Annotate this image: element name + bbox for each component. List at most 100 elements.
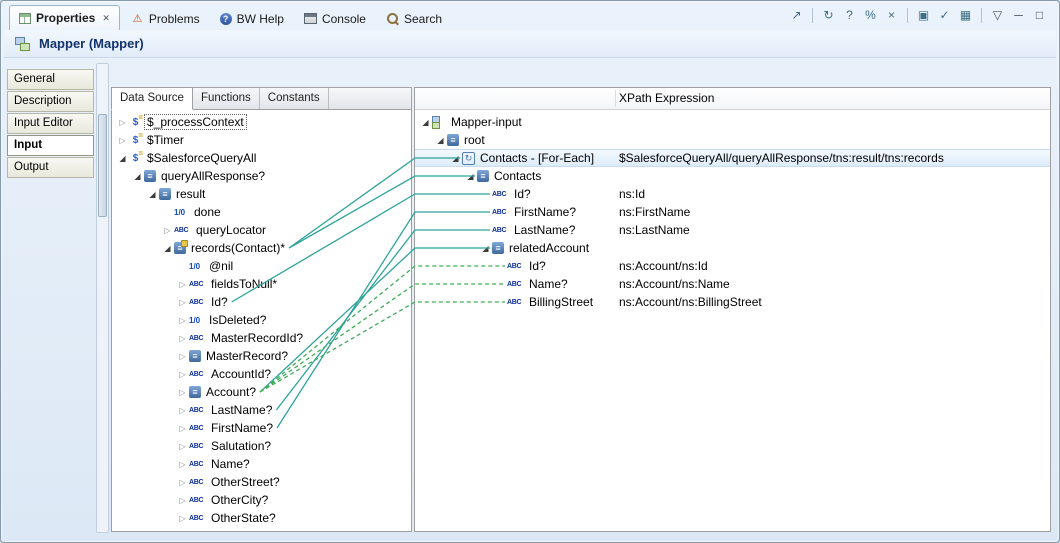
tab-data-source[interactable]: Data Source <box>111 87 193 110</box>
tree-row-othercity[interactable]: ▷OtherCity? <box>112 491 411 509</box>
properties-view-window: Properties✕ProblemsBW HelpConsoleSearch … <box>0 0 1060 543</box>
tree-row-isdeleted[interactable]: ▷IsDeleted? <box>112 311 411 329</box>
tree-collapsed-arrow-icon[interactable]: ▷ <box>176 298 189 307</box>
tree-row-firstname[interactable]: FirstName?ns:FirstName <box>415 203 1050 221</box>
tree-row-lastname[interactable]: ▷LastName? <box>112 401 411 419</box>
scrollbar-thumb[interactable] <box>98 114 107 217</box>
tree-row-fieldstonull[interactable]: ▷fieldsToNull* <box>112 275 411 293</box>
tree-row-querylocator[interactable]: ▷queryLocator <box>112 221 411 239</box>
tree-row-masterrecord[interactable]: ▷MasterRecord? <box>112 347 411 365</box>
tree-row-timer[interactable]: ▷$Timer <box>112 131 411 149</box>
sidebar-item-description[interactable]: Description <box>7 91 94 112</box>
tab-search[interactable]: Search <box>377 7 451 30</box>
tree-row-root[interactable]: ◢root <box>415 131 1050 149</box>
tree-collapsed-arrow-icon[interactable]: ▷ <box>176 388 189 397</box>
tree-collapsed-arrow-icon[interactable]: ▷ <box>176 478 189 487</box>
tree-row-processcontext[interactable]: ▷$_processContext <box>112 113 411 131</box>
tab-bw-help[interactable]: BW Help <box>211 7 293 30</box>
tree-row-result[interactable]: ◢ result <box>112 185 411 203</box>
tree-row-contacts[interactable]: ◢Contacts <box>415 167 1050 185</box>
help-icon[interactable]: ? <box>840 6 859 24</box>
xpath-expression: ns:Account/ns:Name <box>619 275 730 293</box>
tree-row-masterrecordid[interactable]: ▷MasterRecordId? <box>112 329 411 347</box>
xpath-expression: ns:FirstName <box>619 203 690 221</box>
tree-collapsed-arrow-icon[interactable]: ▷ <box>176 334 189 343</box>
string-icon <box>189 296 206 309</box>
tree-collapsed-arrow-icon[interactable]: ▷ <box>176 406 189 415</box>
tab-properties[interactable]: Properties✕ <box>9 5 120 30</box>
tree-collapsed-arrow-icon[interactable]: ▷ <box>176 496 189 505</box>
tree-label: result <box>174 187 207 201</box>
tree-expanded-arrow-icon[interactable]: ◢ <box>131 172 144 181</box>
tree-row-relatedaccount[interactable]: ◢relatedAccount <box>415 239 1050 257</box>
tree-indent <box>116 392 176 393</box>
view-menu-icon[interactable]: ▽ <box>988 6 1007 24</box>
maximize-icon[interactable]: □ <box>1030 6 1049 24</box>
tree-expanded-arrow-icon[interactable]: ◢ <box>116 154 129 163</box>
tree-collapsed-arrow-icon[interactable]: ▷ <box>176 424 189 433</box>
minimize-icon[interactable]: ─ <box>1009 6 1028 24</box>
tree-row-accountid[interactable]: ▷AccountId? <box>112 365 411 383</box>
tree-expanded-arrow-icon[interactable]: ◢ <box>419 118 432 127</box>
bwhelp-icon <box>220 13 232 25</box>
sidebar-item-input-editor[interactable]: Input Editor <box>7 113 94 134</box>
tree-row-contacts-for-each[interactable]: ◢Contacts - [For-Each]$SalesforceQueryAl… <box>415 149 1050 167</box>
tree-row-queryallresponse[interactable]: ◢queryAllResponse? <box>112 167 411 185</box>
vertical-scrollbar[interactable] <box>96 63 109 533</box>
tree-row-billingstreet[interactable]: BillingStreetns:Account/ns:BillingStreet <box>415 293 1050 311</box>
filter-icon[interactable]: ▦ <box>956 6 975 24</box>
tree-collapsed-arrow-icon[interactable]: ▷ <box>176 460 189 469</box>
tree-row-firstname[interactable]: ▷FirstName? <box>112 419 411 437</box>
tree-collapsed-arrow-icon[interactable]: ▷ <box>176 370 189 379</box>
tree-row-id[interactable]: Id?ns:Id <box>415 185 1050 203</box>
open-new-window-icon[interactable]: ↗ <box>787 6 806 24</box>
tab-constants[interactable]: Constants <box>260 88 329 109</box>
tree-row-name[interactable]: ▷Name? <box>112 455 411 473</box>
tree-collapsed-arrow-icon[interactable]: ▷ <box>176 442 189 451</box>
tree-collapsed-arrow-icon[interactable]: ▷ <box>116 136 129 145</box>
tree-label: Name? <box>527 277 570 291</box>
tree-expanded-arrow-icon[interactable]: ◢ <box>479 244 492 253</box>
mapper-header: Mapper (Mapper) <box>4 30 1056 58</box>
tree-row-records-contact[interactable]: ◢records(Contact)* <box>112 239 411 257</box>
tree-collapsed-arrow-icon[interactable]: ▷ <box>176 316 189 325</box>
tree-row-nil[interactable]: @nil <box>112 257 411 275</box>
close-icon[interactable]: × <box>882 6 901 24</box>
sidebar-item-output[interactable]: Output <box>7 157 94 178</box>
tree-expanded-arrow-icon[interactable]: ◢ <box>464 172 477 181</box>
search-icon <box>386 12 399 25</box>
tree-row-lastname[interactable]: LastName?ns:LastName <box>415 221 1050 239</box>
tree-expanded-arrow-icon[interactable]: ◢ <box>434 136 447 145</box>
tree-row-account[interactable]: ▷Account? <box>112 383 411 401</box>
sidebar-item-input[interactable]: Input <box>7 135 94 156</box>
tree-row-salesforcequeryall[interactable]: ◢$SalesforceQueryAll <box>112 149 411 167</box>
tree-row-otherstreet[interactable]: ▷OtherStreet? <box>112 473 411 491</box>
sidebar-item-general[interactable]: General <box>7 69 94 90</box>
tree-expanded-arrow-icon[interactable]: ◢ <box>449 154 462 163</box>
tree-indent <box>419 248 479 249</box>
tree-expanded-arrow-icon[interactable]: ◢ <box>146 190 159 199</box>
tree-collapsed-arrow-icon[interactable]: ▷ <box>116 118 129 127</box>
tree-row-id[interactable]: ▷Id? <box>112 293 411 311</box>
run-config-icon[interactable]: % <box>861 6 880 24</box>
edit-icon[interactable]: ▣ <box>914 6 933 24</box>
tab-functions[interactable]: Functions <box>193 88 260 109</box>
tree-row-id[interactable]: Id?ns:Account/ns:Id <box>415 257 1050 275</box>
tree-collapsed-arrow-icon[interactable]: ▷ <box>176 280 189 289</box>
tree-row-done[interactable]: done <box>112 203 411 221</box>
string-icon <box>189 494 206 507</box>
close-tab-icon[interactable]: ✕ <box>102 13 110 24</box>
tree-expanded-arrow-icon[interactable]: ◢ <box>161 244 174 253</box>
tree-row-name[interactable]: Name? ns:Account/ns:Name <box>415 275 1050 293</box>
target-table-header: XPath Expression <box>415 88 1050 110</box>
tree-row-otherstate[interactable]: ▷OtherState? <box>112 509 411 527</box>
checkbox-icon[interactable]: ✓ <box>935 6 954 24</box>
tab-console[interactable]: Console <box>295 7 375 30</box>
tree-collapsed-arrow-icon[interactable]: ▷ <box>161 226 174 235</box>
tree-collapsed-arrow-icon[interactable]: ▷ <box>176 514 189 523</box>
tree-row-mapper-input[interactable]: ◢Mapper-input <box>415 113 1050 131</box>
tree-collapsed-arrow-icon[interactable]: ▷ <box>176 352 189 361</box>
tree-row-salutation[interactable]: ▷Salutation? <box>112 437 411 455</box>
tab-problems[interactable]: Problems <box>122 7 209 30</box>
refresh-icon[interactable]: ↻ <box>819 6 838 24</box>
